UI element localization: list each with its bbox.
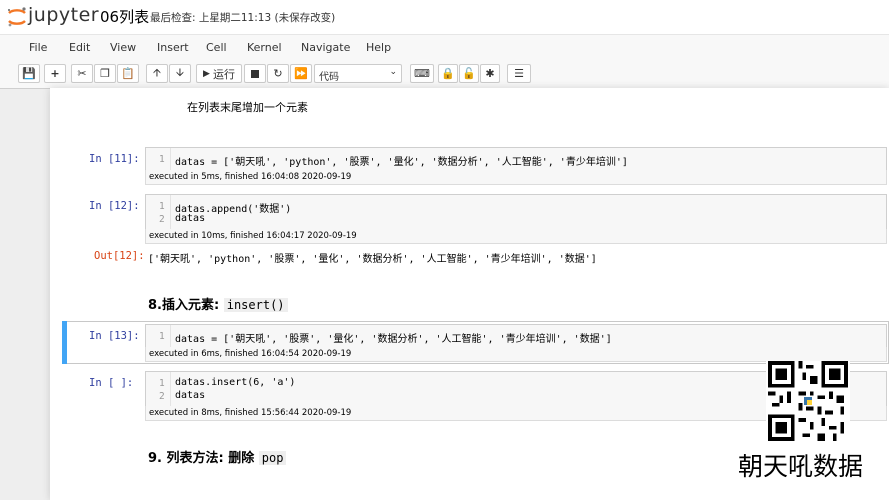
move-down-icon: 🡫 (176, 66, 184, 79)
output-prompt: Out[12]: (94, 250, 145, 262)
list-icon: ☰ (514, 67, 524, 80)
save-button[interactable]: 💾 (18, 64, 40, 83)
add-cell-button[interactable]: + (44, 64, 66, 83)
cell-type-value: 代码 (319, 72, 339, 83)
menu-bar: File Edit View Insert Cell Kernel Naviga… (0, 34, 889, 62)
cell-type-select[interactable]: 代码 ⌄ (314, 64, 402, 83)
add-icon: + (50, 67, 60, 80)
heading-insert: 8.插入元素: insert() (148, 294, 288, 313)
input-prompt: In [11]: (89, 153, 140, 165)
checkpoint-status: 最后检查: 上星期二11:13 (未保存改变) (150, 12, 336, 24)
cut-icon: ✂ (77, 67, 87, 80)
menu-view[interactable]: View (110, 41, 136, 54)
code-line[interactable]: datas = ['朝天吼', 'python', '股票', '量化', '数… (175, 153, 628, 168)
run-label: 运行 (212, 67, 235, 81)
copy-icon: ❐ (100, 67, 110, 80)
watermark-brand: 朝天吼数据 (738, 452, 864, 481)
menu-kernel[interactable]: Kernel (247, 41, 282, 54)
code-line[interactable]: datas.insert(6, 'a') (175, 377, 295, 388)
command-palette-button[interactable]: ⌨ (410, 64, 434, 83)
stop-icon (251, 69, 259, 78)
cell-output: ['朝天吼', 'python', '股票', '量化', '数据分析', '人… (148, 254, 597, 265)
move-up-button[interactable]: 🡩 (146, 64, 168, 83)
copy-button[interactable]: ❐ (94, 64, 116, 83)
move-up-icon: 🡩 (153, 66, 161, 79)
asterisk-icon: ✱ (485, 67, 495, 80)
line-number: 1 (159, 154, 165, 165)
chevron-down-icon: ⌄ (389, 67, 397, 77)
jupyter-logo-icon (8, 7, 26, 27)
toolbar: 💾 + ✂ ❐ 📋 🡩 🡫 ▶ 运行 ↻ ⏩ 代码 ⌄ ⌨ 🔒 🔓 ✱ ☰ (0, 60, 889, 89)
menu-file[interactable]: File (29, 41, 47, 54)
restart-run-all-button[interactable]: ⏩ (290, 64, 312, 83)
exec-info: executed in 10ms, finished 16:04:17 2020… (145, 229, 887, 244)
exec-info: executed in 6ms, finished 16:04:54 2020-… (145, 347, 887, 362)
code-line[interactable]: datas = ['朝天吼', '股票', '量化', '数据分析', '人工智… (175, 330, 612, 345)
menu-cell[interactable]: Cell (206, 41, 227, 54)
lock-icon: 🔒 (441, 67, 455, 80)
heading-pop-text: 9. 列表方法: 删除 (148, 451, 255, 466)
heading-pop: 9. 列表方法: 删除 pop (148, 447, 287, 466)
run-button[interactable]: ▶ 运行 (196, 64, 242, 83)
menu-edit[interactable]: Edit (69, 41, 90, 54)
code-cell-12[interactable]: 1 datas.append('数据') 2 datas (145, 194, 887, 230)
notebook-header: jupyter 06列表 最后检查: 上星期二11:13 (未保存改变) (0, 0, 889, 34)
paste-button[interactable]: 📋 (117, 64, 139, 83)
cut-button[interactable]: ✂ (71, 64, 93, 83)
line-number: 1 (159, 201, 165, 212)
line-number: 1 (159, 331, 165, 342)
code-line[interactable]: datas (175, 213, 205, 224)
unlock-icon: 🔓 (462, 67, 476, 80)
heading-insert-code: insert() (223, 298, 288, 312)
restart-icon: ↻ (273, 67, 283, 80)
lock-button[interactable]: 🔒 (438, 64, 458, 83)
code-cell-13[interactable]: 1 datas = ['朝天吼', '股票', '量化', '数据分析', '人… (145, 324, 887, 348)
input-prompt: In [13]: (89, 330, 140, 342)
markdown-text: 在列表末尾增加一个元素 (187, 101, 308, 114)
stop-button[interactable] (244, 64, 266, 83)
line-number: 2 (159, 391, 165, 402)
heading-pop-code: pop (258, 451, 287, 465)
jupyter-logo-text: jupyter (28, 4, 100, 26)
exec-info: executed in 5ms, finished 16:04:08 2020-… (145, 170, 887, 185)
line-number: 2 (159, 214, 165, 225)
input-prompt: In [ ]: (89, 377, 134, 389)
menu-help[interactable]: Help (366, 41, 391, 54)
qr-code-icon (766, 361, 850, 441)
toc-button[interactable]: ☰ (507, 64, 531, 83)
paste-icon: 📋 (121, 67, 135, 80)
keyboard-icon: ⌨ (414, 67, 430, 80)
selected-cell-indicator (62, 321, 67, 364)
notebook-title[interactable]: 06列表 (100, 6, 149, 27)
run-icon: ▶ (203, 68, 210, 79)
input-prompt: In [12]: (89, 200, 140, 212)
code-cell-11[interactable]: 1 datas = ['朝天吼', 'python', '股票', '量化', … (145, 147, 887, 171)
restart-button[interactable]: ↻ (267, 64, 289, 83)
menu-navigate[interactable]: Navigate (301, 41, 350, 54)
save-icon: 💾 (22, 67, 36, 80)
heading-insert-text: 8.插入元素: (148, 298, 224, 313)
asterisk-button[interactable]: ✱ (480, 64, 500, 83)
line-number: 1 (159, 378, 165, 389)
move-down-button[interactable]: 🡫 (169, 64, 191, 83)
menu-insert[interactable]: Insert (157, 41, 189, 54)
fast-forward-icon: ⏩ (294, 67, 308, 80)
unlock-button[interactable]: 🔓 (459, 64, 479, 83)
code-line[interactable]: datas (175, 390, 205, 401)
